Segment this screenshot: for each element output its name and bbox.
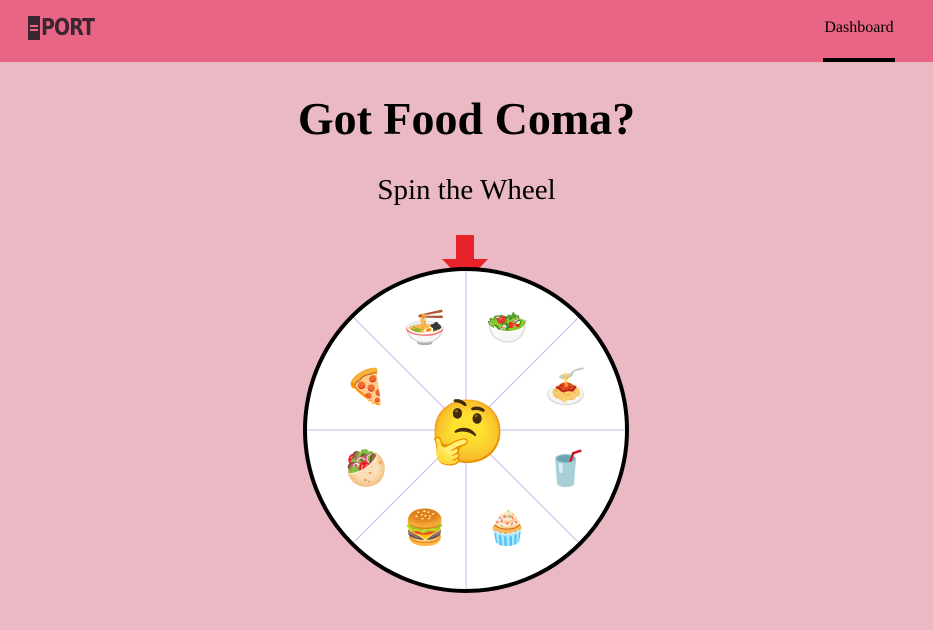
burger-icon: 🍔 <box>403 507 446 548</box>
nav-dashboard-label: Dashboard <box>824 19 894 36</box>
spaghetti-icon: 🍝 <box>544 366 587 407</box>
salad-icon: 🥗 <box>486 308 529 349</box>
pizza-slice-icon: 🍕 <box>345 366 388 407</box>
cupcake-icon: 🧁 <box>486 507 529 548</box>
milkshake-icon: 🥤 <box>544 449 587 490</box>
wheel-face[interactable]: 🥗 🍝 🥤 🧁 🍔 🥙 🍕 🍜 🤔 <box>303 267 629 593</box>
spin-wheel[interactable]: 🥗 🍝 🥤 🧁 🍔 🥙 🍕 🍜 🤔 <box>303 267 629 593</box>
logo-text: PORT <box>41 15 95 41</box>
noodles-icon: 🍜 <box>403 308 446 349</box>
poke-bowl-icon: 🥙 <box>345 449 388 490</box>
nav-dashboard-link[interactable]: Dashboard <box>823 0 895 62</box>
page-title: Got Food Coma? <box>297 93 636 144</box>
top-nav-bar: PORT Dashboard <box>0 0 933 62</box>
page-subtitle: Spin the Wheel <box>377 174 556 206</box>
thinking-face-icon[interactable]: 🤔 <box>429 393 507 471</box>
logo[interactable]: PORT <box>28 15 106 41</box>
active-nav-underline <box>823 58 895 62</box>
logo-icon <box>28 16 40 40</box>
